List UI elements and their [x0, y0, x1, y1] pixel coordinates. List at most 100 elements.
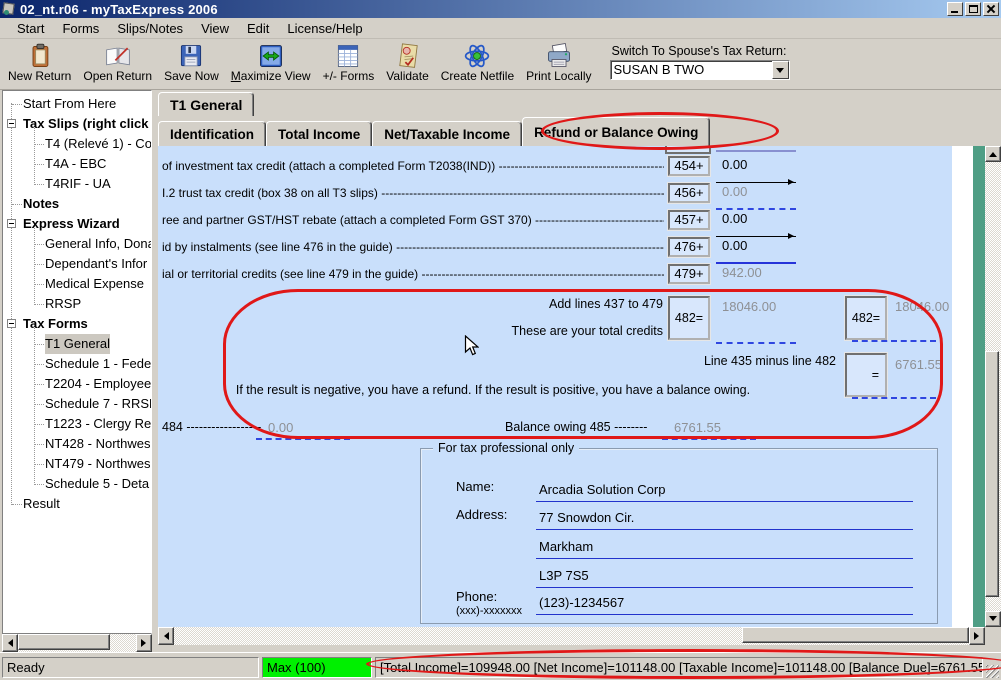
address-field-1[interactable]: 77 Snowdon Cir.	[536, 503, 913, 530]
scroll-up-button[interactable]	[985, 146, 1001, 162]
sidebar-item-dependants-info[interactable]: Dependant's Infor	[3, 254, 151, 274]
sidebar-item-t4[interactable]: T4 (Relevé 1) - Co	[3, 134, 151, 154]
line-482-value: 18046.00	[722, 299, 807, 315]
maximize-view-button[interactable]: Maximize View	[225, 41, 317, 89]
sidebar-item-t4rif[interactable]: T4RIF - UA	[3, 174, 151, 194]
menu-forms[interactable]: Forms	[53, 19, 108, 38]
spouse-switch-label: Switch To Spouse's Tax Return:	[612, 44, 790, 58]
tab-total-income[interactable]: Total Income	[266, 121, 372, 146]
scrollbar-thumb[interactable]	[18, 634, 110, 650]
close-button[interactable]	[983, 2, 999, 16]
scroll-left-button[interactable]	[158, 627, 174, 645]
sidebar-item-nt428[interactable]: NT428 - Northwes	[3, 434, 151, 454]
calculated-underline	[716, 289, 796, 291]
sidebar-item-general-info[interactable]: General Info, Dona	[3, 234, 151, 254]
minimize-icon	[951, 11, 958, 13]
scroll-right-button[interactable]	[136, 634, 152, 652]
t1-form-page: of investment tax credit (attach a compl…	[158, 146, 952, 627]
scroll-right-button[interactable]	[969, 627, 985, 645]
phone-field[interactable]: (123)-1234567	[536, 588, 913, 615]
print-locally-button[interactable]: Print Locally	[520, 41, 597, 89]
name-field[interactable]: Arcadia Solution Corp	[536, 475, 913, 502]
refund-484-value: 0.00	[268, 420, 293, 435]
line-456-label: I.2 trust tax credit (box 38 on all T3 s…	[162, 185, 664, 202]
calculated-underline	[716, 208, 796, 210]
plus-minus-forms-button[interactable]: +/- Forms	[317, 41, 381, 89]
sidebar-item-tax-forms[interactable]: Tax Forms	[3, 314, 151, 334]
tab-identification[interactable]: Identification	[158, 121, 266, 146]
sidebar-item-t1-general[interactable]: T1 General	[3, 334, 151, 354]
sidebar-item-t4a[interactable]: T4A - EBC	[3, 154, 151, 174]
address-field-2[interactable]: Markham	[536, 532, 913, 559]
sidebar-item-t1223[interactable]: T1223 - Clergy Re	[3, 414, 151, 434]
section-tab-strip: Identification Total Income Net/Taxable …	[158, 116, 1001, 146]
spouse-select-dropdown-button[interactable]	[772, 61, 789, 79]
scroll-down-button[interactable]	[985, 611, 1001, 627]
sidebar-item-result[interactable]: Result	[3, 494, 151, 514]
menu-bar: Start Forms Slips/Notes View Edit Licens…	[0, 18, 1001, 39]
line-454-value[interactable]: 0.00	[722, 157, 807, 173]
status-ready: Ready	[2, 657, 259, 678]
sidebar-item-t2204[interactable]: T2204 - Employee	[3, 374, 151, 394]
minimize-button[interactable]	[947, 2, 963, 16]
chevron-down-icon	[776, 68, 784, 77]
collapse-icon[interactable]	[7, 319, 16, 328]
status-bar: Ready Max (100) [Total Income]=109948.00…	[0, 652, 1001, 680]
sidebar-item-schedule-1[interactable]: Schedule 1 - Fede	[3, 354, 151, 374]
toolbar: New Return Open Return Save Now Maximize…	[0, 39, 1001, 90]
line-456-value: 0.00	[722, 184, 807, 200]
collapse-icon[interactable]	[7, 119, 16, 128]
status-progress-badge: Max (100)	[262, 657, 372, 678]
balance-owing-485-label: Balance owing 485 --------	[505, 420, 647, 434]
menu-view[interactable]: View	[192, 19, 238, 38]
sidebar-horizontal-scrollbar[interactable]	[2, 634, 152, 652]
validate-document-icon	[394, 42, 422, 70]
line-457-label: ree and partner GST/HST rebate (attach a…	[162, 212, 664, 229]
title-bar: 02_nt.r06 - myTaxExpress 2006	[0, 0, 1001, 18]
tab-t1-general[interactable]: T1 General	[158, 92, 254, 116]
spouse-select[interactable]: SUSAN B TWO	[610, 60, 790, 80]
line-457-value[interactable]: 0.00	[722, 211, 807, 227]
scroll-left-button[interactable]	[2, 634, 18, 652]
sidebar-item-schedule-5[interactable]: Schedule 5 - Deta	[3, 474, 151, 494]
scrollbar-thumb[interactable]	[742, 627, 969, 643]
create-netfile-button[interactable]: Create Netfile	[435, 41, 520, 89]
line-454-label: of investment tax credit (attach a compl…	[162, 158, 664, 175]
tab-net-taxable-income[interactable]: Net/Taxable Income	[372, 121, 522, 146]
carry-arrow	[716, 236, 796, 237]
tab-refund-or-balance-owing[interactable]: Refund or Balance Owing	[522, 117, 710, 146]
phone-label: Phone:	[456, 589, 497, 604]
sidebar-item-tax-slips[interactable]: Tax Slips (right click	[3, 114, 151, 134]
scrollbar-thumb[interactable]	[985, 351, 999, 597]
menu-edit[interactable]: Edit	[238, 19, 278, 38]
sidebar-item-rrsp[interactable]: RRSP	[3, 294, 151, 314]
validate-button[interactable]: Validate	[380, 41, 434, 89]
resize-grip[interactable]	[986, 665, 999, 678]
sidebar-item-nt479[interactable]: NT479 - Northwes	[3, 454, 151, 474]
sidebar-item-express-wizard[interactable]: Express Wizard	[3, 214, 151, 234]
open-return-button[interactable]: Open Return	[77, 41, 158, 89]
sidebar-item-medical-expense[interactable]: Medical Expense	[3, 274, 151, 294]
maximize-button[interactable]	[965, 2, 981, 16]
line-476-value[interactable]: 0.00	[722, 238, 807, 254]
scrollbar-corner	[985, 627, 1001, 645]
line-476-label: id by instalments (see line 476 in the g…	[162, 239, 664, 256]
line-457-box: 457+	[668, 210, 710, 230]
calculated-underline	[662, 438, 756, 440]
address-field-3[interactable]: L3P 7S5	[536, 561, 913, 588]
new-return-button[interactable]: New Return	[2, 41, 77, 89]
form-horizontal-scrollbar[interactable]	[158, 627, 985, 645]
menu-license-help[interactable]: License/Help	[278, 19, 371, 38]
menu-start[interactable]: Start	[8, 19, 53, 38]
maximize-view-icon	[257, 42, 285, 70]
sidebar-item-notes[interactable]: Notes	[3, 194, 151, 214]
sidebar-item-schedule-7[interactable]: Schedule 7 - RRSP	[3, 394, 151, 414]
sidebar-item-start-from-here[interactable]: Start From Here	[3, 94, 151, 114]
collapse-icon[interactable]	[7, 219, 16, 228]
save-now-button[interactable]: Save Now	[158, 41, 225, 89]
form-vertical-scrollbar[interactable]	[985, 146, 1001, 627]
menu-slips-notes[interactable]: Slips/Notes	[108, 19, 192, 38]
line-479-value: 942.00	[722, 265, 807, 281]
carry-arrow	[716, 182, 796, 183]
equals-box: =	[845, 353, 887, 397]
